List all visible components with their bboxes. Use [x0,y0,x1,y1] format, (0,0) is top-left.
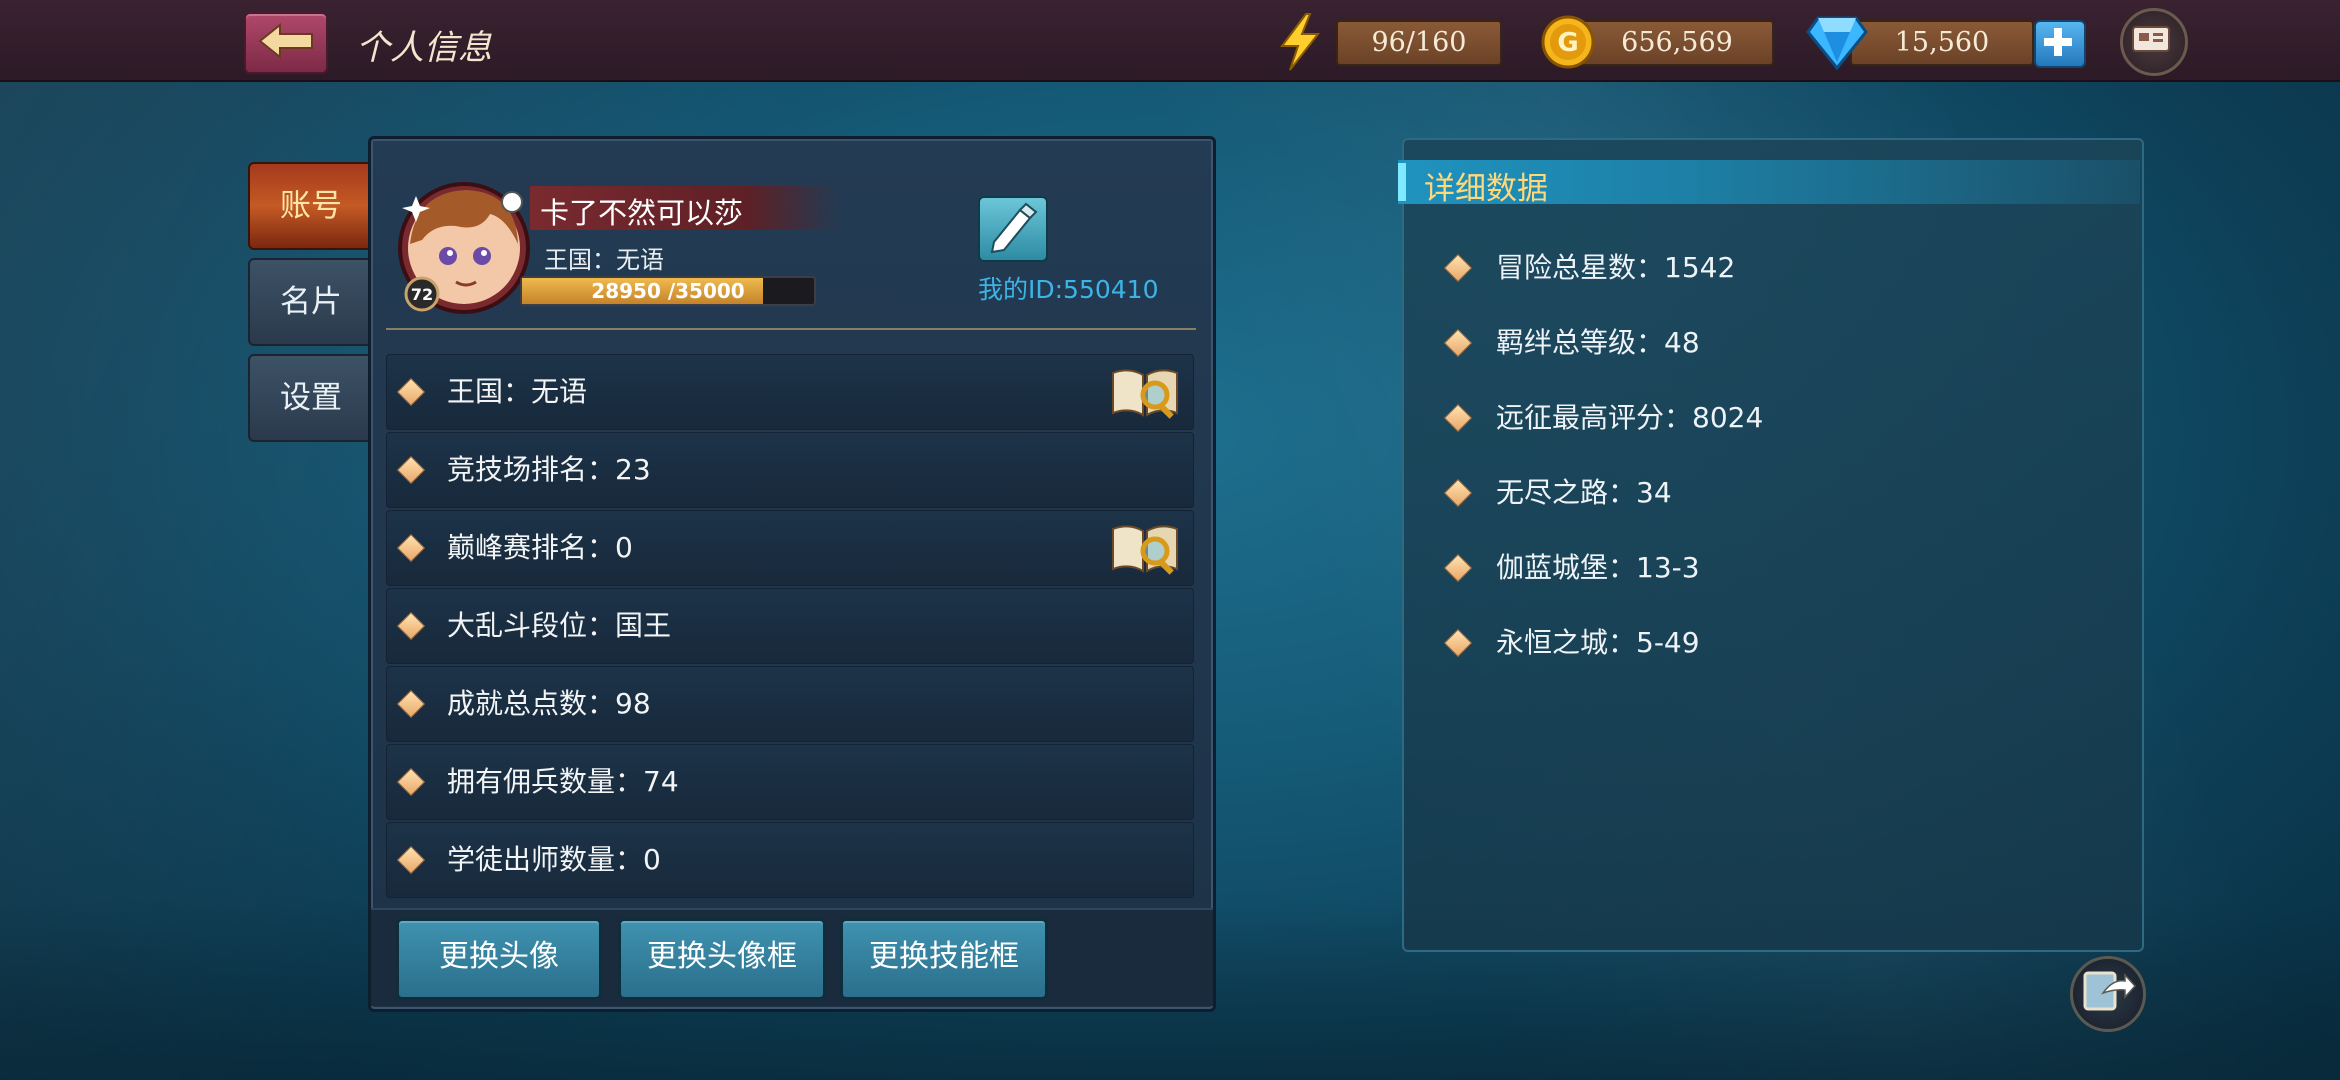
change-skill-frame-label: 更换技能框 [869,939,1019,974]
pencil-icon [990,202,1038,254]
diamond-value: 15,560 [1894,27,1990,58]
info-row-text: 学徒出师数量：0 [447,843,661,876]
change-avatar-button[interactable]: 更换头像 [396,918,602,1000]
player-name: 卡了不然可以莎 [540,196,744,230]
diamond-counter: 15,560 [1850,20,2034,66]
info-row-achievements: 成就总点数：98 [386,666,1194,742]
info-row-kingdom: 王国：无语 [386,354,1194,430]
stat-text: 冒险总星数：1542 [1496,251,1736,284]
gold-counter: 656,569 [1580,20,1774,66]
details-title: 详细数据 [1424,171,1548,207]
page-title: 个人信息 [356,28,492,68]
tab-namecard[interactable]: 名片 [248,258,374,346]
info-row-text: 巅峰赛排名：0 [447,531,633,564]
info-row-text: 王国：无语 [447,375,588,408]
avatar-portrait: 72 [398,182,530,314]
xp-text: 28950 /35000 [591,279,745,303]
mail-button[interactable] [2120,8,2188,76]
stat-text: 羁绊总等级：48 [1496,326,1700,359]
bullet-diamond-icon [396,689,426,719]
bullet-diamond-icon [396,767,426,797]
tab-settings-label: 设置 [280,380,342,416]
bullet-diamond-icon [396,455,426,485]
stat-text: 伽蓝城堡：13-3 [1496,551,1700,584]
stat-text: 无尽之路：34 [1496,476,1672,509]
top-bar: 个人信息 96/160 656,569 G 15,560 [0,0,2340,82]
add-diamonds-button[interactable] [2034,20,2086,68]
book-search-icon[interactable] [1109,519,1181,577]
details-header-accent [1398,163,1406,201]
xp-bar: 28950 /35000 [520,276,816,306]
bullet-diamond-icon [396,845,426,875]
info-row-brawl: 大乱斗段位：国王 [386,588,1194,664]
info-row-mercenaries: 拥有佣兵数量：74 [386,744,1194,820]
svg-text:G: G [1557,28,1578,58]
share-icon [2083,971,2137,1011]
player-id: 我的ID:550410 [978,275,1159,304]
player-kingdom: 王国：无语 [544,246,664,274]
tab-namecard-label: 名片 [280,284,342,320]
bullet-diamond-icon [396,611,426,641]
back-arrow-icon [258,23,313,59]
share-button[interactable] [2070,956,2146,1032]
lightning-icon [1280,13,1321,71]
energy-counter: 96/160 [1336,20,1502,66]
diamond-icon [1806,16,1868,70]
player-level: 72 [411,285,433,304]
info-row-text: 大乱斗段位：国王 [447,609,672,642]
back-button[interactable] [244,12,328,74]
gold-value: 656,569 [1621,27,1733,58]
divider [386,328,1196,330]
plus-icon [2044,28,2072,56]
change-frame-label: 更换头像框 [647,939,797,974]
info-row-apprentices: 学徒出师数量：0 [386,822,1194,898]
stat-text: 永恒之城：5-49 [1496,626,1700,659]
stat-text: 远征最高评分：8024 [1496,401,1764,434]
change-avatar-label: 更换头像 [439,939,559,974]
bullet-diamond-icon [396,533,426,563]
tab-account-label: 账号 [280,188,342,224]
info-row-arena: 竞技场排名：23 [386,432,1194,508]
info-row-text: 成就总点数：98 [447,687,651,720]
bullet-diamond-icon [396,377,426,407]
energy-value: 96/160 [1371,27,1467,58]
mail-icon [2132,26,2170,52]
tab-settings[interactable]: 设置 [248,354,374,442]
change-frame-button[interactable]: 更换头像框 [618,918,826,1000]
avatar[interactable]: 72 [394,178,534,318]
book-search-icon[interactable] [1109,363,1181,421]
change-skill-frame-button[interactable]: 更换技能框 [840,918,1048,1000]
info-row-text: 竞技场排名：23 [447,453,651,486]
tab-account[interactable]: 账号 [248,162,374,250]
edit-profile-button[interactable] [978,196,1048,262]
gold-coin-icon: G [1541,15,1595,69]
info-row-peak: 巅峰赛排名：0 [386,510,1194,586]
info-row-text: 拥有佣兵数量：74 [447,765,679,798]
